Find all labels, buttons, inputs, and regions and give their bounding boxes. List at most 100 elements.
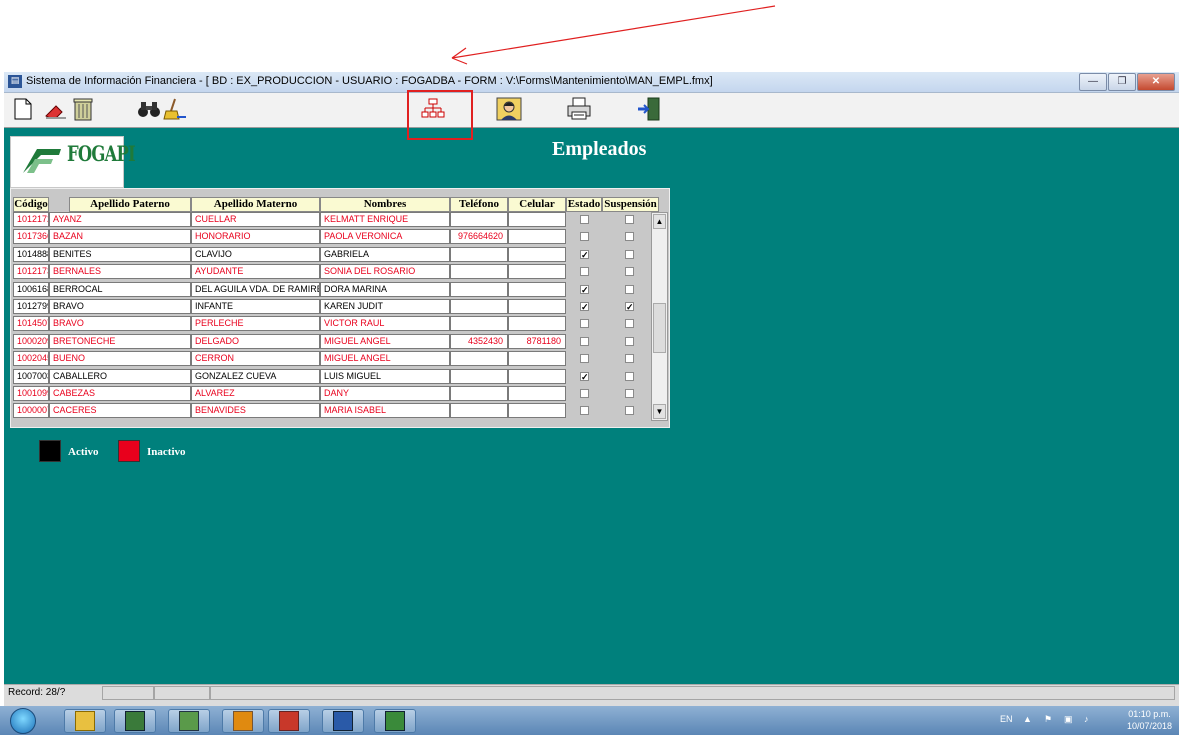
estado-checkbox[interactable]: ✓ bbox=[580, 249, 589, 259]
cell-telefono[interactable] bbox=[450, 212, 508, 227]
suspension-checkbox[interactable] bbox=[625, 371, 634, 381]
forms-builder-icon[interactable] bbox=[374, 709, 416, 733]
cell-nombres[interactable]: MARIA ISABEL bbox=[320, 403, 450, 419]
cell-telefono[interactable]: 4352430 bbox=[450, 333, 508, 349]
cell-telefono[interactable] bbox=[450, 299, 508, 314]
cell-celular[interactable] bbox=[508, 368, 566, 384]
suspension-checkbox[interactable] bbox=[625, 232, 634, 242]
cell-nombres[interactable]: LUIS MIGUEL bbox=[320, 368, 450, 384]
suspension-checkbox[interactable] bbox=[625, 336, 634, 346]
cell-paterno[interactable]: CACERES bbox=[49, 403, 191, 419]
cell-paterno[interactable]: CABEZAS bbox=[49, 386, 191, 401]
suspension-checkbox[interactable] bbox=[625, 354, 634, 364]
cell-paterno[interactable]: BERNALES bbox=[49, 264, 191, 280]
cell-celular[interactable] bbox=[508, 264, 566, 280]
cell-nombres[interactable]: DORA MARINA bbox=[320, 281, 450, 297]
cell-celular[interactable] bbox=[508, 229, 566, 245]
cell-nombres[interactable]: SONIA DEL ROSARIO bbox=[320, 264, 450, 280]
cell-nombres[interactable]: KELMATT ENRIQUE bbox=[320, 212, 450, 227]
cell-materno[interactable]: CERRON bbox=[191, 351, 320, 367]
cell-celular[interactable] bbox=[508, 246, 566, 262]
cell-codigo[interactable]: 1012173 bbox=[13, 264, 49, 280]
outlook-icon[interactable] bbox=[222, 709, 264, 733]
estado-checkbox[interactable]: ✓ bbox=[580, 371, 589, 381]
cell-codigo[interactable]: 1007003 bbox=[13, 368, 49, 384]
close-icon[interactable]: ✕ bbox=[1137, 73, 1175, 91]
suspension-checkbox[interactable]: ✓ bbox=[625, 302, 634, 312]
estado-checkbox[interactable] bbox=[580, 389, 589, 398]
cell-codigo[interactable]: 1001099 bbox=[13, 386, 49, 401]
estado-checkbox[interactable]: ✓ bbox=[580, 284, 589, 294]
file-explorer-icon[interactable] bbox=[64, 709, 106, 733]
cell-nombres[interactable]: GABRIELA bbox=[320, 246, 450, 262]
cell-materno[interactable]: BENAVIDES bbox=[191, 403, 320, 419]
cell-nombres[interactable]: KAREN JUDIT bbox=[320, 299, 450, 314]
cell-telefono[interactable] bbox=[450, 368, 508, 384]
cell-celular[interactable] bbox=[508, 281, 566, 297]
cell-materno[interactable]: DEL AGUILA VDA. DE RAMIREZ bbox=[191, 281, 320, 297]
exit-door-icon[interactable] bbox=[634, 95, 664, 123]
cell-materno[interactable]: DELGADO bbox=[191, 333, 320, 349]
cell-celular[interactable] bbox=[508, 316, 566, 332]
cell-materno[interactable]: HONORARIO bbox=[191, 229, 320, 245]
clean-broom-icon[interactable] bbox=[160, 95, 190, 123]
flag-icon[interactable]: ⚑ bbox=[1044, 714, 1052, 725]
cell-nombres[interactable]: PAOLA VERONICA bbox=[320, 229, 450, 245]
volume-icon[interactable]: ♪ bbox=[1084, 714, 1089, 724]
cell-telefono[interactable] bbox=[450, 246, 508, 262]
estado-checkbox[interactable] bbox=[580, 336, 589, 346]
suspension-checkbox[interactable] bbox=[625, 406, 634, 416]
windows-start-icon[interactable] bbox=[10, 708, 36, 734]
estado-checkbox[interactable] bbox=[580, 319, 589, 329]
cell-materno[interactable]: GONZALEZ CUEVA bbox=[191, 368, 320, 384]
cell-paterno[interactable]: BERROCAL bbox=[49, 281, 191, 297]
cell-paterno[interactable]: BRETONECHE bbox=[49, 333, 191, 349]
scroll-up-icon[interactable]: ▲ bbox=[653, 214, 666, 229]
show-hidden-icons-icon[interactable]: ▲ bbox=[1023, 714, 1032, 724]
cell-nombres[interactable]: MIGUEL ANGEL bbox=[320, 333, 450, 349]
cell-paterno[interactable]: BENITES bbox=[49, 246, 191, 262]
cell-telefono[interactable] bbox=[450, 281, 508, 297]
network-icon[interactable]: ▣ bbox=[1064, 714, 1073, 725]
cell-codigo[interactable]: 1012172 bbox=[13, 212, 49, 227]
cell-celular[interactable]: 8781180 bbox=[508, 333, 566, 349]
forms-runtime-icon[interactable] bbox=[268, 709, 310, 733]
maximize-icon[interactable]: ❐ bbox=[1108, 73, 1136, 91]
cell-nombres[interactable]: DANY bbox=[320, 386, 450, 401]
cell-celular[interactable] bbox=[508, 212, 566, 227]
cell-paterno[interactable]: BAZAN bbox=[49, 229, 191, 245]
cell-materno[interactable]: INFANTE bbox=[191, 299, 320, 314]
suspension-checkbox[interactable] bbox=[625, 249, 634, 259]
scroll-down-icon[interactable]: ▼ bbox=[653, 404, 666, 419]
cell-codigo[interactable]: 1000007 bbox=[13, 403, 49, 419]
cell-nombres[interactable]: VICTOR RAUL bbox=[320, 316, 450, 332]
cell-codigo[interactable]: 1017366 bbox=[13, 229, 49, 245]
cell-codigo[interactable]: 1014888 bbox=[13, 246, 49, 262]
estado-checkbox[interactable] bbox=[580, 215, 589, 224]
cell-codigo[interactable]: 1002045 bbox=[13, 351, 49, 367]
suspension-checkbox[interactable] bbox=[625, 389, 634, 398]
suspension-checkbox[interactable] bbox=[625, 215, 634, 224]
minimize-icon[interactable]: — bbox=[1079, 73, 1107, 91]
suspension-checkbox[interactable] bbox=[625, 284, 634, 294]
scroll-thumb[interactable] bbox=[653, 303, 666, 353]
cell-telefono[interactable] bbox=[450, 403, 508, 419]
cell-telefono[interactable]: 976664620 bbox=[450, 229, 508, 245]
database-tool-icon[interactable] bbox=[168, 709, 210, 733]
new-document-icon[interactable] bbox=[8, 95, 38, 123]
suspension-checkbox[interactable] bbox=[625, 319, 634, 329]
cell-celular[interactable] bbox=[508, 351, 566, 367]
cell-materno[interactable]: ALVAREZ bbox=[191, 386, 320, 401]
cell-materno[interactable]: CUELLAR bbox=[191, 212, 320, 227]
print-icon[interactable] bbox=[564, 95, 594, 123]
calendar-app-icon[interactable] bbox=[114, 709, 156, 733]
cell-celular[interactable] bbox=[508, 386, 566, 401]
system-clock[interactable]: 01:10 p.m. 10/07/2018 bbox=[1127, 708, 1172, 732]
vertical-scrollbar[interactable]: ▲ ▼ bbox=[651, 212, 668, 421]
cell-celular[interactable] bbox=[508, 299, 566, 314]
cell-materno[interactable]: AYUDANTE bbox=[191, 264, 320, 280]
user-profile-icon[interactable] bbox=[494, 95, 524, 123]
cell-paterno[interactable]: BRAVO bbox=[49, 316, 191, 332]
cell-paterno[interactable]: AYANZ bbox=[49, 212, 191, 227]
cell-codigo[interactable]: 1006168 bbox=[13, 281, 49, 297]
